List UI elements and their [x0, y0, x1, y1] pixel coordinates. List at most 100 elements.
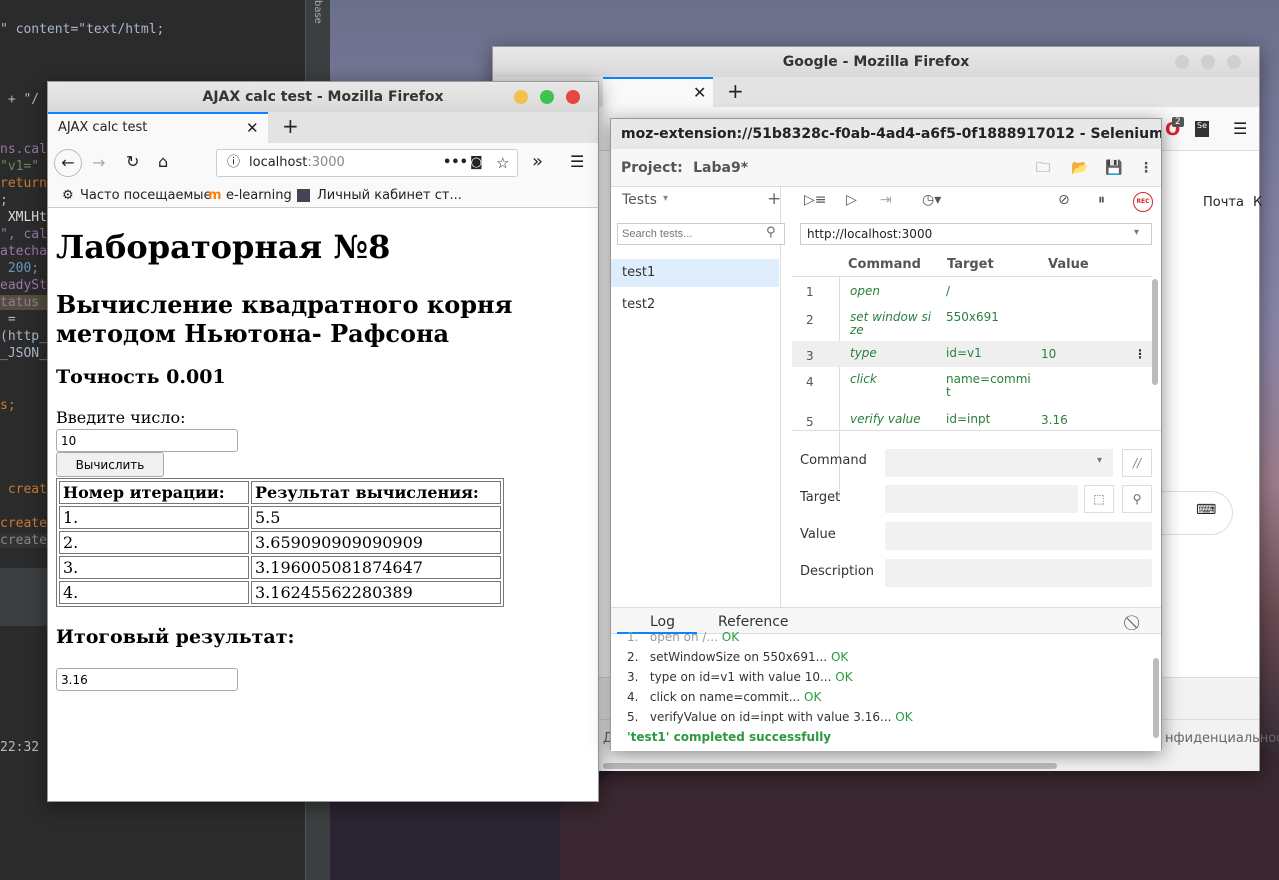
log-entry: 4. click on name=commit... OK: [627, 690, 822, 704]
back-icon[interactable]: ←: [54, 149, 82, 177]
target-label: Target: [800, 490, 841, 505]
maximize-button[interactable]: [1201, 55, 1215, 69]
bookmark-star-icon[interactable]: ☆: [496, 150, 509, 176]
new-project-icon[interactable]: 🗀: [1036, 149, 1050, 187]
log-entry: 1. open on /... OK: [627, 630, 740, 644]
tests-dropdown[interactable]: Tests: [622, 192, 657, 208]
column-header: Результат вычисления:: [251, 481, 501, 504]
log-entry: 5. verifyValue on id=inpt with value 3.1…: [627, 710, 913, 724]
url-bar[interactable]: ⓘ localhost:3000 ••• ◙ ☆: [216, 149, 518, 177]
column-header: Value: [1048, 257, 1089, 272]
save-project-icon[interactable]: 💾: [1105, 149, 1122, 187]
tests-panel: Tests ▾ + ⚲ test1 test2: [611, 187, 785, 607]
test-item-test1[interactable]: test1: [611, 259, 779, 287]
menu-icon[interactable]: ☰: [1233, 119, 1247, 138]
add-test-icon[interactable]: +: [767, 189, 781, 209]
description-input[interactable]: [885, 559, 1152, 587]
minimize-button[interactable]: [1175, 55, 1189, 69]
tab-ajax-calc[interactable]: AJAX calc test ✕: [48, 112, 268, 143]
commands-scrollbar[interactable]: [1152, 279, 1158, 385]
project-bar: Project: Laba9* 🗀 📂 💾 ⋮: [611, 149, 1161, 187]
record-button[interactable]: REC: [1133, 192, 1153, 212]
pause-icon[interactable]: ⏸: [1098, 192, 1105, 208]
column-header: Target: [947, 257, 994, 272]
command-row[interactable]: 4 click name=commi t: [792, 373, 1152, 409]
log-panel: Log Reference ⃠ 1. open on /... OK 2. se…: [611, 607, 1161, 751]
log-entry: 3. type on id=v1 with value 10... OK: [627, 670, 853, 684]
selenium-icon[interactable]: Se: [1195, 121, 1209, 137]
moodle-icon: m: [208, 188, 222, 203]
home-icon[interactable]: ⌂: [158, 152, 168, 171]
site-icon: [297, 189, 310, 202]
code-line: + "/: [0, 92, 40, 107]
keyboard-icon[interactable]: ⌨: [1196, 502, 1216, 518]
table-row: 3. 3.196005081874647: [59, 556, 501, 579]
code-line: ;: [0, 193, 8, 208]
command-label: Command: [800, 453, 867, 468]
apps-link[interactable]: К: [1253, 195, 1262, 210]
code-line: 200;: [0, 261, 40, 276]
horizontal-scrollbar[interactable]: [603, 763, 1057, 769]
info-icon[interactable]: ⓘ: [227, 150, 240, 176]
table-header-row: Номер итерации: Результат вычисления:: [59, 481, 501, 504]
log-entry: 2. setWindowSize on 550x691... OK: [627, 650, 849, 664]
bookmarks-toolbar: ⚙ Часто посещаемые m e-learning Личный к…: [48, 185, 598, 208]
test-item-test2[interactable]: test2: [611, 291, 779, 319]
window-title: Google - Mozilla Firefox: [493, 47, 1259, 77]
close-button[interactable]: [1227, 55, 1241, 69]
maximize-button[interactable]: [540, 90, 554, 104]
comment-toggle-button[interactable]: //: [1122, 449, 1152, 477]
run-all-icon[interactable]: ▷≡: [804, 192, 827, 208]
target-input[interactable]: [885, 485, 1078, 513]
mail-link[interactable]: Почта: [1203, 195, 1244, 210]
command-row-selected[interactable]: 3 type id=v1 10 ⋮: [792, 341, 1152, 367]
ajax-firefox-window: AJAX calc test - Mozilla Firefox AJAX ca…: [47, 81, 599, 802]
open-project-icon[interactable]: 📂: [1071, 149, 1088, 187]
close-tab-icon[interactable]: ✕: [693, 83, 706, 102]
close-button[interactable]: [566, 90, 580, 104]
reload-icon[interactable]: ↻: [126, 152, 139, 171]
log-scrollbar[interactable]: [1153, 658, 1159, 738]
result-field[interactable]: [56, 668, 238, 691]
tab-log[interactable]: Log: [650, 614, 675, 630]
command-row[interactable]: 5 verify value id=inpt 3.16: [792, 413, 1152, 439]
bookmark-cabinet[interactable]: Личный кабинет ст...: [317, 185, 462, 207]
row-menu-icon[interactable]: ⋮: [1134, 347, 1146, 361]
command-row[interactable]: 1 open /: [792, 285, 1152, 311]
pocket-icon[interactable]: ◙: [470, 150, 483, 176]
calculate-button[interactable]: Вычислить: [56, 452, 164, 477]
menu-icon[interactable]: ☰: [570, 152, 584, 171]
table-row: 4. 3.16245562280389: [59, 581, 501, 604]
tab-reference[interactable]: Reference: [718, 614, 789, 630]
command-select[interactable]: ▾: [885, 449, 1113, 477]
speed-icon[interactable]: ◷▾: [922, 192, 941, 208]
search-tests-input[interactable]: [617, 223, 785, 245]
chevron-down-icon[interactable]: ▾: [663, 193, 668, 204]
new-tab-icon[interactable]: +: [727, 79, 744, 103]
number-input[interactable]: [56, 429, 238, 452]
notification-badge: 2: [1172, 117, 1184, 127]
table-row: 2. 3.659090909090909: [59, 531, 501, 554]
close-tab-icon[interactable]: ✕: [246, 114, 259, 142]
code-line: return: [0, 176, 47, 191]
find-target-icon[interactable]: ⚲: [1122, 485, 1152, 513]
select-target-icon[interactable]: ⬚: [1084, 485, 1114, 513]
bookmark-most-visited[interactable]: Часто посещаемые: [80, 185, 212, 207]
chevron-down-icon[interactable]: ▾: [1134, 227, 1139, 238]
base-url-field[interactable]: http://localhost:3000: [800, 223, 1152, 245]
privacy-link[interactable]: нфиденциальнос: [1165, 731, 1279, 746]
disable-breakpoints-icon[interactable]: ⊘: [1058, 192, 1070, 208]
value-input[interactable]: [885, 522, 1152, 550]
search-icon: ⚲: [766, 225, 776, 240]
more-options-icon[interactable]: ⋮: [1139, 149, 1153, 187]
page-actions-icon[interactable]: •••: [443, 150, 468, 176]
step-over-icon[interactable]: ⇥: [880, 192, 892, 208]
forward-icon[interactable]: →: [92, 153, 105, 172]
new-tab-icon[interactable]: +: [282, 114, 299, 138]
project-name[interactable]: Laba9*: [693, 160, 748, 176]
minimize-button[interactable]: [514, 90, 528, 104]
overflow-icon[interactable]: »: [532, 151, 543, 172]
bookmark-elearning[interactable]: e-learning: [226, 185, 292, 207]
timestamp: 22:32: [0, 740, 40, 755]
run-test-icon[interactable]: ▷: [846, 192, 857, 208]
